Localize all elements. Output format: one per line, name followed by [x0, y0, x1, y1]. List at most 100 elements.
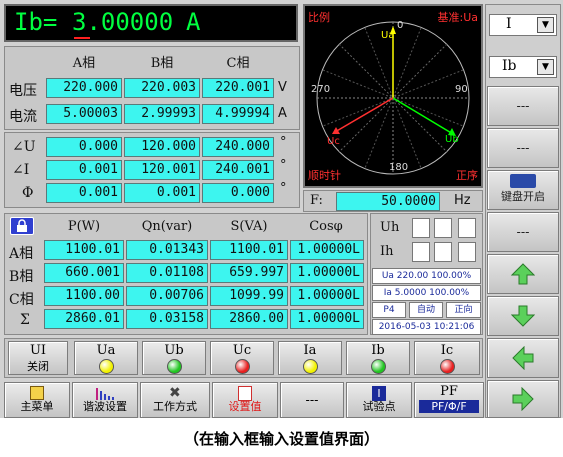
- uh-box-2[interactable]: [434, 218, 452, 238]
- indicator-ub[interactable]: Ub: [142, 341, 206, 375]
- range-select-1[interactable]: I ▼: [489, 14, 557, 36]
- power-a-s[interactable]: 1100.01: [210, 240, 288, 260]
- current-c[interactable]: 4.99994: [202, 104, 274, 124]
- pf-button[interactable]: PF PF/Φ/F: [414, 382, 484, 418]
- ih-box-1[interactable]: [412, 242, 430, 262]
- voltage-b[interactable]: 220.003: [124, 78, 200, 98]
- uh-box-1[interactable]: [412, 218, 430, 238]
- power-row-c-label: C相: [9, 292, 34, 308]
- status-datetime: 2016-05-03 10:21:06: [372, 319, 481, 335]
- angle-u-c[interactable]: 240.000: [202, 137, 274, 157]
- value-cursor: [74, 37, 90, 39]
- power-col-cos: Cosφ: [309, 219, 343, 234]
- indicator-uc[interactable]: Uc: [210, 341, 274, 375]
- arrow-left-icon: [512, 345, 534, 371]
- angle-i-c[interactable]: 240.001: [202, 160, 274, 180]
- power-a-q[interactable]: 0.01343: [126, 240, 208, 260]
- col-b: B相: [150, 56, 174, 71]
- power-sum-p[interactable]: 2860.01: [44, 309, 124, 329]
- ih-box-3[interactable]: [458, 242, 476, 262]
- power-b-s[interactable]: 659.997: [210, 263, 288, 283]
- arrow-down-button[interactable]: [487, 296, 559, 336]
- test-point-button[interactable]: I 试验点: [346, 382, 412, 418]
- current-a[interactable]: 5.00003: [46, 104, 122, 124]
- ih-box-2[interactable]: [434, 242, 452, 262]
- keyboard-button[interactable]: 键盘开启: [487, 170, 559, 210]
- power-b-q[interactable]: 0.01108: [126, 263, 208, 283]
- angle-u-a[interactable]: 0.000: [46, 137, 122, 157]
- main-menu-button[interactable]: 主菜单: [4, 382, 70, 418]
- status-ia: Ia 5.0000 100.00%: [372, 285, 481, 301]
- indicator-ua[interactable]: Ua: [74, 341, 138, 375]
- power-sum-s[interactable]: 2860.00: [210, 309, 288, 329]
- indicator-ia[interactable]: Ia: [278, 341, 342, 375]
- lock-svg: [17, 219, 27, 232]
- value-number[interactable]: 3.00000: [72, 8, 173, 36]
- pf-sub-label: PF/Φ/F: [419, 400, 479, 413]
- power-c-cos[interactable]: 1.00000L: [290, 286, 364, 306]
- arrow-down-icon: [510, 305, 536, 327]
- row-phi-label: Φ: [22, 185, 34, 201]
- power-row-sum-label: Σ: [20, 312, 30, 328]
- set-value-button[interactable]: 设置值: [212, 382, 278, 418]
- phasor-reference: 基准:Ua: [437, 11, 479, 24]
- work-mode-label: 工作方式: [153, 400, 197, 413]
- empty-button[interactable]: ---: [280, 382, 344, 418]
- row-current-label: 电流: [9, 109, 37, 125]
- phi-c[interactable]: 0.000: [202, 183, 274, 203]
- work-mode-button[interactable]: ✖ 工作方式: [140, 382, 210, 418]
- ui-toggle-button[interactable]: UI 关闭: [8, 341, 68, 375]
- set-value-label: 设置值: [228, 400, 262, 413]
- ui-state: 关闭: [27, 360, 49, 373]
- power-a-cos[interactable]: 1.00000L: [290, 240, 364, 260]
- power-c-q[interactable]: 0.00706: [126, 286, 208, 306]
- range-select-2[interactable]: Ib ▼: [489, 56, 557, 78]
- right-button-3[interactable]: ---: [487, 212, 559, 252]
- right-button-1[interactable]: ---: [487, 86, 559, 126]
- value-label: Ib=: [14, 8, 58, 36]
- indicator-ib[interactable]: Ib: [346, 341, 410, 375]
- range-select-2-value: Ib: [502, 58, 517, 74]
- power-sum-q[interactable]: 0.03158: [126, 309, 208, 329]
- uh-box-3[interactable]: [458, 218, 476, 238]
- status-auto: 自动: [409, 302, 443, 318]
- phi-a[interactable]: 0.001: [46, 183, 122, 203]
- phasor-rotation: 顺时针: [308, 169, 341, 182]
- voltage-a[interactable]: 220.000: [46, 78, 122, 98]
- right-button-2[interactable]: ---: [487, 128, 559, 168]
- current-b[interactable]: 2.99993: [124, 104, 200, 124]
- power-c-p[interactable]: 1100.00: [44, 286, 124, 306]
- test-point-label: 试验点: [362, 400, 396, 413]
- empty-button-label: ---: [305, 393, 319, 407]
- chevron-down-icon[interactable]: ▼: [537, 59, 554, 75]
- frequency-value[interactable]: 50.0000: [336, 192, 440, 211]
- indicator-ia-led: [303, 359, 318, 374]
- lock-icon[interactable]: [10, 217, 34, 235]
- phasor-ua-label: Ua: [381, 30, 395, 41]
- power-a-p[interactable]: 1100.01: [44, 240, 124, 260]
- angle-u-b[interactable]: 120.000: [124, 137, 200, 157]
- arrow-left-button[interactable]: [487, 338, 559, 378]
- voltage-c[interactable]: 220.001: [202, 78, 274, 98]
- arrow-up-button[interactable]: [487, 254, 559, 294]
- angle-i-b[interactable]: 120.001: [124, 160, 200, 180]
- harmonic-setting-button[interactable]: 谐波设置: [72, 382, 138, 418]
- angle-i-unit: °: [280, 158, 287, 173]
- angle-i-a[interactable]: 0.001: [46, 160, 122, 180]
- ui-label: UI: [29, 343, 47, 358]
- phi-b[interactable]: 0.001: [124, 183, 200, 203]
- power-b-p[interactable]: 660.001: [44, 263, 124, 283]
- power-row-a-label: A相: [9, 246, 34, 262]
- caption: （在输入框输入设置值界面）: [183, 430, 379, 448]
- arrow-right-button[interactable]: [487, 380, 559, 418]
- indicator-ib-led: [371, 359, 386, 374]
- indicator-ic[interactable]: Ic: [414, 341, 480, 375]
- phasor-ub-label: Ub: [445, 134, 459, 145]
- power-c-s[interactable]: 1099.99: [210, 286, 288, 306]
- power-col-q: Qn(var): [141, 219, 193, 234]
- power-sum-cos[interactable]: 1.00000L: [290, 309, 364, 329]
- right-button-3-label: ---: [516, 225, 530, 239]
- right-button-2-label: ---: [516, 141, 530, 155]
- chevron-down-icon[interactable]: ▼: [537, 17, 554, 33]
- power-b-cos[interactable]: 1.00000L: [290, 263, 364, 283]
